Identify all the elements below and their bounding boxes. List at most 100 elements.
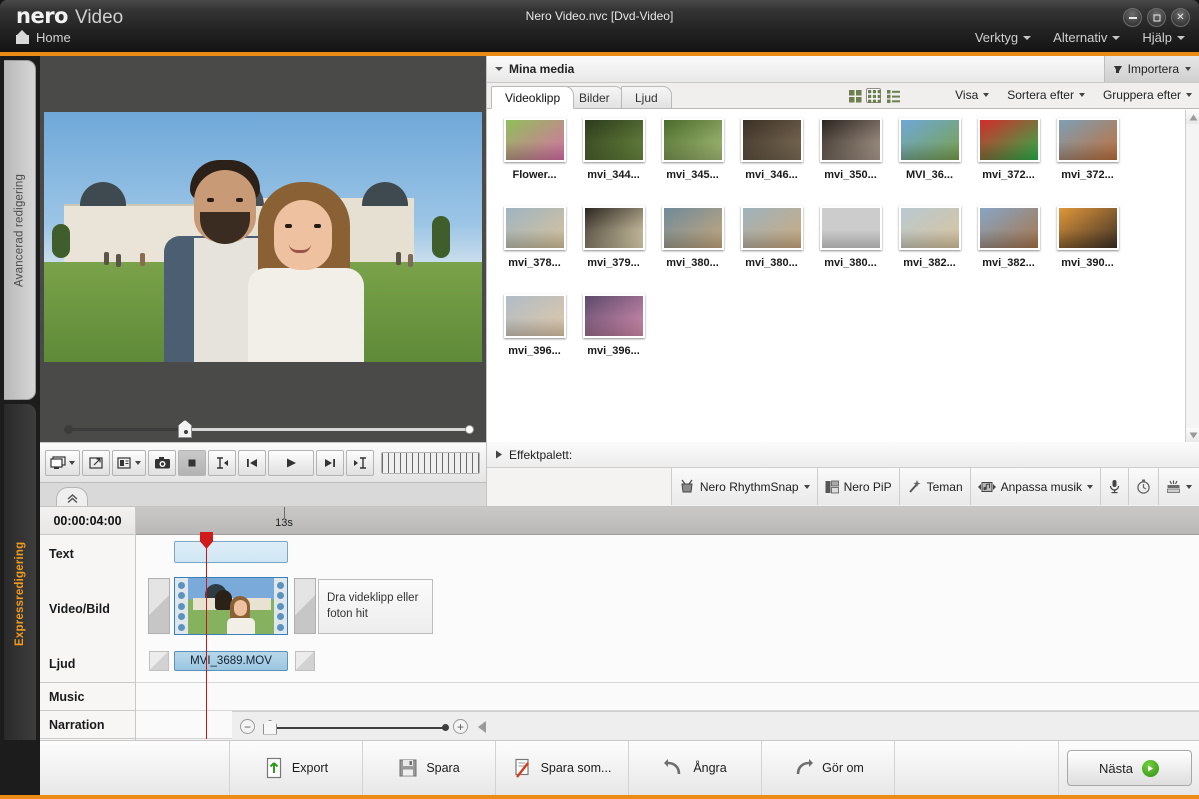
next-label: Nästa (1099, 760, 1133, 776)
minimize-button[interactable] (1123, 8, 1142, 27)
menu-alternativ[interactable]: Alternativ (1053, 30, 1121, 45)
media-item[interactable]: mvi_380... (653, 206, 732, 292)
media-item[interactable]: MVI_36... (890, 118, 969, 204)
tab-videoklipp[interactable]: Videoklipp (491, 86, 575, 109)
close-button[interactable]: ✕ (1171, 8, 1190, 27)
effects-panel-toggle[interactable]: Effektpalett: (487, 442, 1199, 468)
save-as-button[interactable]: Spara som... (496, 741, 629, 795)
mode-tab-express[interactable]: Expressredigering (4, 404, 36, 784)
timeline-ruler[interactable]: 13s (136, 507, 1199, 535)
media-grid[interactable]: Flower... mvi_344... mvi_345... mvi_346... m… (487, 110, 1186, 442)
media-item[interactable]: mvi_382... (890, 206, 969, 292)
home-button[interactable]: Home (16, 30, 71, 45)
track-header-text[interactable]: Text (40, 535, 135, 573)
burn-button[interactable] (1158, 468, 1199, 505)
zoom-in-button[interactable]: + (453, 719, 468, 734)
lane-ljud[interactable]: MVI_3689.MOV (136, 645, 1199, 683)
scrub-handle[interactable] (178, 420, 192, 438)
layout-button[interactable] (112, 449, 146, 476)
timeline-scroll-left-button[interactable] (478, 720, 486, 733)
media-item[interactable]: mvi_372... (969, 118, 1048, 204)
play-button[interactable] (268, 449, 314, 476)
media-item[interactable]: mvi_382... (969, 206, 1048, 292)
zoom-slider[interactable] (259, 719, 449, 735)
scroll-down-button[interactable] (1186, 428, 1199, 442)
track-header-music[interactable]: Music (40, 683, 135, 711)
media-item[interactable]: mvi_372... (1048, 118, 1127, 204)
stop-button[interactable] (178, 449, 206, 476)
sortera-efter-dropdown[interactable]: Sortera efter (1007, 88, 1085, 102)
media-item[interactable]: mvi_380... (732, 206, 811, 292)
fullscreen-button[interactable] (82, 449, 110, 476)
media-item[interactable]: mvi_379... (574, 206, 653, 292)
preview-woman-eye (285, 224, 292, 228)
transition-slot-after[interactable] (294, 578, 316, 634)
media-item[interactable]: mvi_350... (811, 118, 890, 204)
anpassa-musik-button[interactable]: Anpassa musik (969, 468, 1100, 505)
media-item-thumbnail-shade (505, 142, 564, 160)
save-button[interactable]: Spara (363, 741, 496, 795)
scroll-up-button[interactable] (1186, 110, 1199, 124)
video-clip[interactable] (174, 577, 288, 635)
teman-button[interactable]: Teman (898, 468, 970, 505)
save-label: Spara (426, 761, 460, 775)
drop-zone[interactable]: Dra videklipp eller foton hit (318, 579, 433, 634)
media-item[interactable]: mvi_346... (732, 118, 811, 204)
preview-tick-ruler[interactable] (381, 451, 480, 474)
preview-scrub-bar[interactable] (40, 416, 486, 442)
maximize-button[interactable] (1147, 8, 1166, 27)
media-item[interactable]: Flower... (495, 118, 574, 204)
tab-ljud[interactable]: Ljud (621, 86, 672, 109)
nero-rhythmsnap-button[interactable]: Nero RhythmSnap (670, 468, 817, 505)
video-preview[interactable] (44, 112, 482, 362)
media-item[interactable]: mvi_396... (574, 294, 653, 380)
view-mode-grid[interactable] (866, 88, 881, 103)
media-item[interactable]: mvi_396... (495, 294, 574, 380)
audio-transition-after[interactable] (295, 651, 315, 671)
scrub-end-marker[interactable] (465, 425, 474, 434)
audio-clip[interactable]: MVI_3689.MOV (174, 651, 288, 671)
media-item[interactable]: mvi_380... (811, 206, 890, 292)
text-clip[interactable] (174, 541, 288, 563)
media-item[interactable]: mvi_378... (495, 206, 574, 292)
view-mode-large-icons[interactable] (847, 88, 862, 103)
lane-video[interactable]: Dra videklipp eller foton hit (136, 573, 1199, 645)
nero-video-window: nero Video Home Nero Video.nvc [Dvd-Vide… (0, 0, 1199, 799)
track-header-video[interactable]: Video/Bild (40, 573, 135, 645)
next-button[interactable]: Nästa (1066, 750, 1192, 786)
mode-tab-advanced[interactable]: Avancerad redigering (4, 60, 36, 400)
view-mode-details[interactable] (885, 88, 900, 103)
timer-button[interactable] (1128, 468, 1158, 505)
redo-button[interactable]: Gör om (762, 741, 895, 795)
media-item[interactable]: mvi_390... (1048, 206, 1127, 292)
step-back-button[interactable] (238, 449, 266, 476)
media-item[interactable]: mvi_344... (574, 118, 653, 204)
audio-transition-before[interactable] (149, 651, 169, 671)
lane-music[interactable] (136, 683, 1199, 711)
media-scrollbar[interactable] (1185, 110, 1199, 442)
zoom-out-button[interactable]: − (240, 719, 255, 734)
lane-text[interactable] (136, 535, 1199, 573)
scrub-start-marker[interactable] (64, 425, 73, 434)
transition-slot-before[interactable] (148, 578, 170, 634)
mark-out-button[interactable] (346, 449, 374, 476)
media-panel-title-toggle[interactable]: Mina media (487, 62, 574, 76)
step-forward-button[interactable] (316, 449, 344, 476)
record-narration-button[interactable] (1100, 468, 1128, 505)
gruppera-efter-dropdown[interactable]: Gruppera efter (1103, 88, 1192, 102)
import-button[interactable]: Importera (1103, 56, 1199, 82)
media-item[interactable]: mvi_345... (653, 118, 732, 204)
visa-dropdown[interactable]: Visa (955, 88, 990, 102)
mark-in-button[interactable] (208, 449, 236, 476)
track-header-narration[interactable]: Narration (40, 711, 135, 739)
export-button[interactable]: Export (230, 741, 363, 795)
nero-pip-button[interactable]: Nero PiP (816, 468, 899, 505)
collapse-panel-button[interactable] (56, 487, 88, 508)
snapshot-button[interactable] (148, 449, 176, 476)
menu-hjalp[interactable]: Hjälp (1142, 30, 1185, 45)
track-header-ljud[interactable]: Ljud (40, 645, 135, 683)
zoom-slider-handle[interactable] (263, 719, 277, 735)
undo-button[interactable]: Ångra (629, 741, 762, 795)
display-mode-button[interactable] (45, 449, 80, 476)
menu-verktyg[interactable]: Verktyg (975, 30, 1032, 45)
